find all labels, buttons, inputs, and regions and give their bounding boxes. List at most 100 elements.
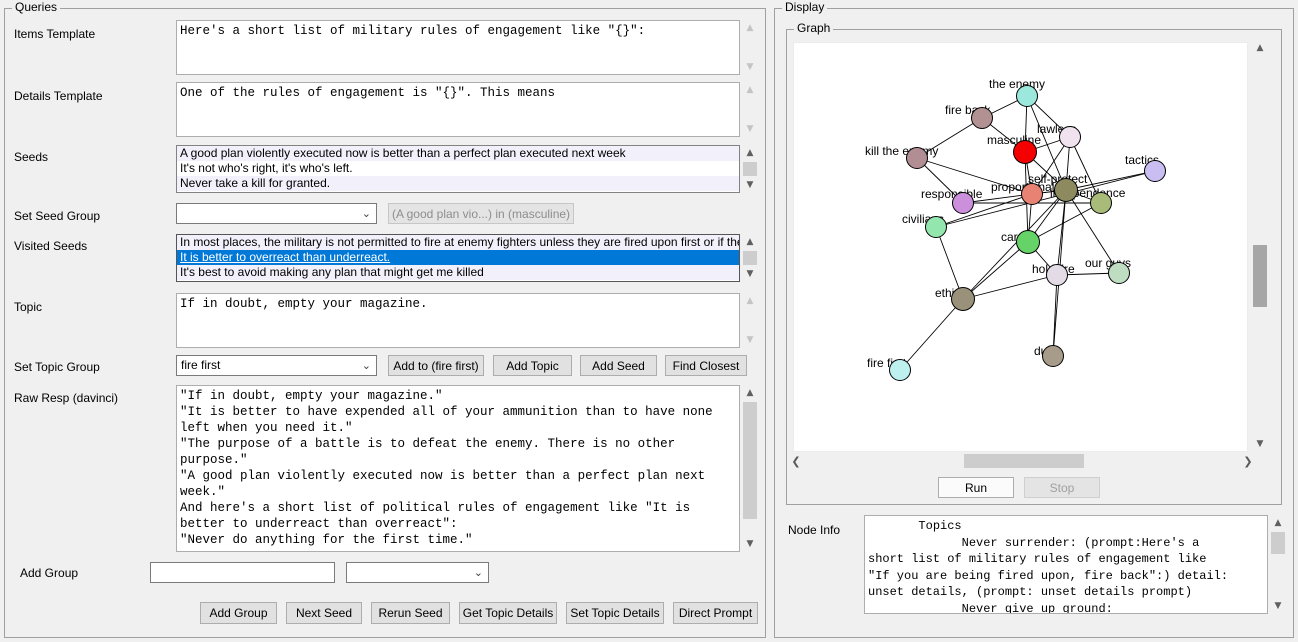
graph-node[interactable]: [971, 107, 993, 129]
graph-vertical-scrollbar[interactable]: ▲ ▼: [1252, 40, 1268, 452]
scroll-left-icon[interactable]: ❮: [788, 453, 804, 469]
scroll-up-icon[interactable]: ▲: [742, 82, 758, 98]
graph-node[interactable]: [1090, 192, 1112, 214]
graph-node[interactable]: [1013, 140, 1037, 164]
chevron-down-icon[interactable]: ⌄: [362, 359, 371, 372]
graph-node[interactable]: [906, 147, 928, 169]
list-item[interactable]: A good plan violently executed now is be…: [177, 146, 739, 161]
display-group-title: Display: [782, 1, 828, 13]
queries-group-title: Queries: [12, 1, 61, 13]
scroll-down-icon[interactable]: ▼: [1270, 598, 1286, 614]
graph-node[interactable]: [952, 192, 974, 214]
graph-edge: [899, 298, 964, 371]
graph-node[interactable]: [1016, 230, 1040, 254]
items-template-label: Items Template: [14, 27, 96, 41]
scrollbar-thumb[interactable]: [1271, 532, 1285, 554]
set-topic-details-button[interactable]: Set Topic Details: [566, 602, 664, 624]
direct-prompt-button[interactable]: Direct Prompt: [673, 602, 758, 624]
scroll-up-icon[interactable]: ▲: [742, 385, 758, 401]
stop-button: Stop: [1024, 477, 1100, 498]
topic-scrollbar[interactable]: ▲ ▼: [742, 293, 758, 348]
scrollbar-thumb[interactable]: [743, 402, 757, 519]
scroll-down-icon[interactable]: ▼: [1252, 436, 1268, 452]
topic-textarea[interactable]: If in doubt, empty your magazine.: [176, 293, 740, 348]
graph-node[interactable]: [925, 216, 947, 238]
add-group-input[interactable]: [150, 562, 335, 583]
raw-resp-textarea[interactable]: "If in doubt, empty your magazine." "It …: [176, 385, 740, 552]
scroll-down-icon[interactable]: ▼: [742, 121, 758, 137]
node-info-label: Node Info: [788, 523, 841, 537]
scrollbar-thumb[interactable]: [743, 251, 757, 265]
node-info-scrollbar[interactable]: ▲ ▼: [1270, 515, 1286, 614]
details-template-scrollbar[interactable]: ▲ ▼: [742, 82, 758, 137]
add-topic-button[interactable]: Add Topic: [493, 355, 572, 376]
items-template-scrollbar[interactable]: ▲ ▼: [742, 20, 758, 75]
list-item[interactable]: In most places, the military is not perm…: [177, 235, 739, 250]
scroll-up-icon[interactable]: ▲: [1270, 515, 1286, 531]
app-window: Queries Items Template Here's a short li…: [0, 0, 1298, 642]
set-seed-group-combo[interactable]: ⌄: [176, 203, 377, 224]
graph-node[interactable]: [1046, 264, 1068, 286]
visited-seeds-scrollbar[interactable]: ▲ ▼: [742, 234, 758, 282]
scrollbar-thumb[interactable]: [964, 454, 1084, 468]
add-to-group-button[interactable]: Add to (fire first): [388, 355, 484, 376]
chevron-down-icon[interactable]: ⌄: [474, 566, 483, 579]
scroll-down-icon[interactable]: ▼: [742, 332, 758, 348]
details-template-textarea[interactable]: One of the rules of engagement is "{}". …: [176, 82, 740, 137]
topic-label: Topic: [14, 300, 43, 314]
scroll-right-icon[interactable]: ❯: [1240, 453, 1256, 469]
scroll-up-icon[interactable]: ▲: [742, 293, 758, 309]
seeds-listbox[interactable]: A good plan violently executed now is be…: [176, 145, 740, 193]
add-seed-button[interactable]: Add Seed: [580, 355, 657, 376]
graph-horizontal-scrollbar[interactable]: ❮ ❯: [788, 453, 1256, 469]
set-topic-group-label: Set Topic Group: [14, 360, 100, 374]
graph-node[interactable]: [1108, 262, 1130, 284]
visited-seeds-label: Visited Seeds: [14, 239, 88, 253]
seeds-label: Seeds: [14, 150, 49, 164]
seed-group-info-button[interactable]: (A good plan vio...) in (masculine): [388, 203, 574, 224]
graph-node[interactable]: [1042, 345, 1064, 367]
scroll-down-icon[interactable]: ▼: [742, 59, 758, 75]
list-item[interactable]: Never take a kill for granted.: [177, 176, 739, 191]
add-group-combo[interactable]: ⌄: [346, 562, 489, 583]
raw-resp-scrollbar[interactable]: ▲ ▼: [742, 385, 758, 552]
get-topic-details-button[interactable]: Get Topic Details: [459, 602, 557, 624]
graph-node[interactable]: [1016, 85, 1038, 107]
graph-node[interactable]: [1021, 183, 1043, 205]
graph-group-title: Graph: [794, 22, 834, 34]
next-seed-button[interactable]: Next Seed: [286, 602, 362, 624]
raw-resp-label: Raw Resp (davinci): [14, 391, 119, 405]
add-group-label: Add Group: [20, 566, 79, 580]
set-topic-group-value: fire first: [181, 358, 221, 372]
add-group-button[interactable]: Add Group: [200, 602, 277, 624]
find-closest-button[interactable]: Find Closest: [665, 355, 747, 376]
scroll-up-icon[interactable]: ▲: [1252, 40, 1268, 56]
scroll-down-icon[interactable]: ▼: [742, 177, 758, 193]
list-item[interactable]: It's not who's right, it's who's left.: [177, 161, 739, 176]
scroll-down-icon[interactable]: ▼: [742, 266, 758, 282]
items-template-textarea[interactable]: Here's a short list of military rules of…: [176, 20, 740, 75]
seeds-scrollbar[interactable]: ▲ ▼: [742, 145, 758, 193]
visited-seeds-listbox[interactable]: In most places, the military is not perm…: [176, 234, 740, 282]
list-item[interactable]: It is better to overreact than underreac…: [177, 250, 739, 265]
run-button[interactable]: Run: [938, 477, 1014, 498]
graph-canvas[interactable]: the enemy fire back lawless masculine kill t…: [793, 42, 1248, 452]
graph-node[interactable]: [1054, 178, 1078, 202]
graph-node[interactable]: [1144, 160, 1166, 182]
list-item[interactable]: It's best to avoid making any plan that …: [177, 265, 739, 280]
scrollbar-thumb[interactable]: [743, 162, 757, 176]
scroll-up-icon[interactable]: ▲: [742, 20, 758, 36]
details-template-label: Details Template: [14, 89, 103, 103]
scrollbar-thumb[interactable]: [1253, 245, 1267, 307]
chevron-down-icon[interactable]: ⌄: [362, 207, 371, 220]
set-topic-group-combo[interactable]: fire first ⌄: [176, 355, 377, 376]
rerun-seed-button[interactable]: Rerun Seed: [371, 602, 450, 624]
graph-node[interactable]: [889, 359, 911, 381]
graph-node[interactable]: [1059, 126, 1081, 148]
graph-node[interactable]: [951, 287, 975, 311]
scroll-up-icon[interactable]: ▲: [742, 234, 758, 250]
node-info-textarea[interactable]: Topics Never surrender: (prompt:Here's a…: [864, 515, 1268, 614]
scroll-up-icon[interactable]: ▲: [742, 145, 758, 161]
set-seed-group-label: Set Seed Group: [14, 209, 101, 223]
scroll-down-icon[interactable]: ▼: [742, 536, 758, 552]
